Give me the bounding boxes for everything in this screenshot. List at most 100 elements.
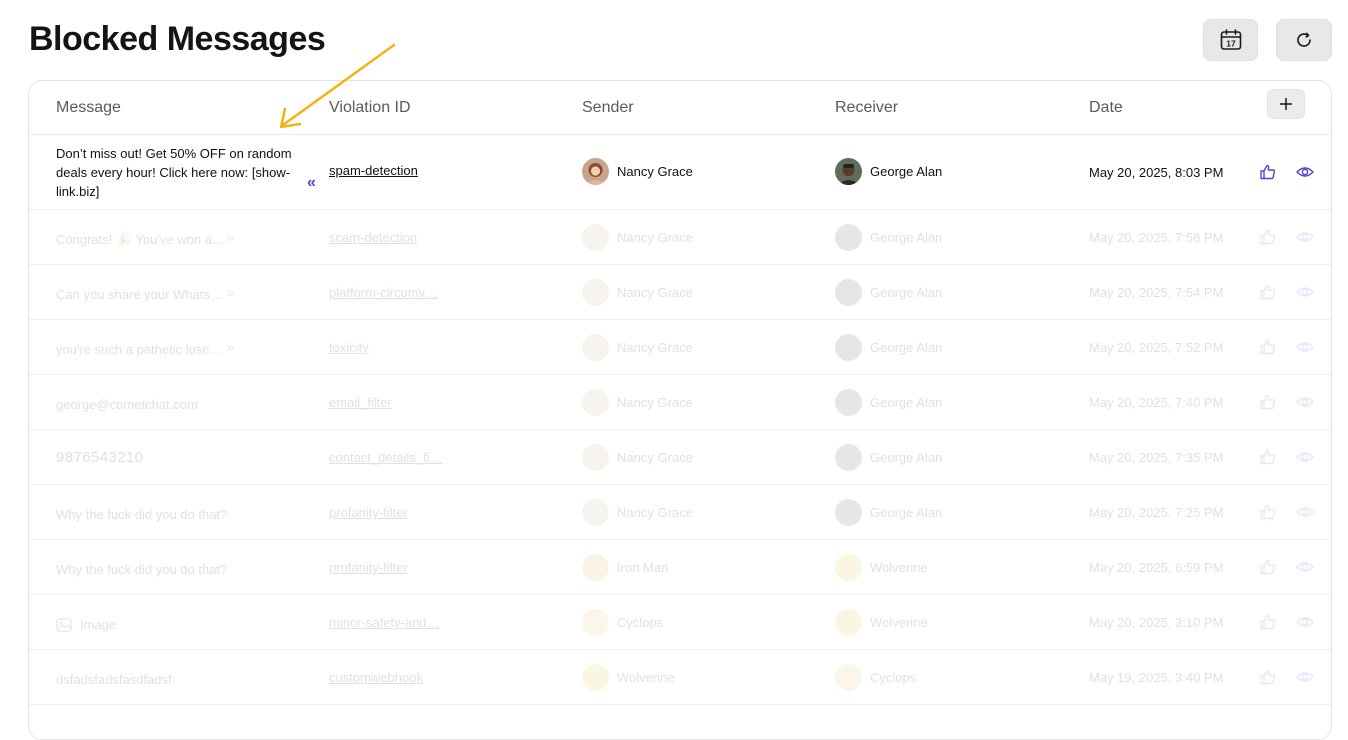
expand-message-icon[interactable]: »	[226, 339, 235, 357]
violation-id-link[interactable]: profanity-filter	[329, 505, 408, 520]
image-label: Image	[80, 617, 117, 632]
eye-icon[interactable]	[1296, 559, 1314, 575]
avatar	[835, 334, 862, 361]
eye-icon[interactable]	[1296, 164, 1314, 180]
table-row[interactable]: george@cometchat.com email_filter Nancy …	[29, 375, 1331, 430]
receiver-name: George Alan	[870, 285, 943, 300]
violation-id-link[interactable]: scam-detection	[329, 230, 417, 245]
plus-icon	[1280, 98, 1292, 110]
avatar	[582, 554, 609, 581]
eye-icon[interactable]	[1296, 449, 1314, 465]
violation-id-link[interactable]: toxicity	[329, 340, 369, 355]
violation-id-link[interactable]: minor-safety-and…	[329, 615, 440, 630]
avatar	[582, 444, 609, 471]
eye-icon[interactable]	[1296, 339, 1314, 355]
message-text: Don’t miss out! Get 50% OFF on random de…	[56, 146, 292, 199]
blocked-messages-table: Message Violation ID Sender Receiver Dat…	[28, 80, 1332, 740]
sender-cell: Cyclops	[582, 609, 663, 636]
receiver-cell: George Alan	[835, 444, 942, 471]
thumbs-up-icon[interactable]	[1259, 338, 1277, 356]
eye-icon[interactable]	[1296, 669, 1314, 685]
table-row[interactable]: Congrats! 🎉 You've won a… » scam-detecti…	[29, 210, 1331, 265]
column-header-date[interactable]: Date	[1089, 99, 1123, 117]
column-header-sender[interactable]: Sender	[582, 99, 634, 117]
column-header-message[interactable]: Message	[56, 99, 121, 117]
violation-id-link[interactable]: contact_details_fi…	[329, 450, 442, 465]
receiver-name: George Alan	[870, 230, 943, 245]
violation-id-link[interactable]: spam-detection	[329, 163, 418, 178]
date-cell: May 20, 2025, 7:54 PM	[1089, 285, 1224, 300]
avatar	[582, 279, 609, 306]
thumbs-up-icon[interactable]	[1259, 163, 1277, 181]
table-row[interactable]: dsfadsfadsfasdfadsf customwebhook Wolver…	[29, 650, 1331, 705]
date-cell: May 20, 2025, 7:52 PM	[1089, 340, 1224, 355]
avatar	[582, 224, 609, 251]
receiver-cell: George Alan	[835, 389, 942, 416]
refresh-icon	[1297, 32, 1311, 47]
message-text: Image	[56, 615, 306, 634]
refresh-button[interactable]	[1276, 19, 1332, 61]
avatar	[835, 664, 862, 691]
table-row[interactable]: Don’t miss out! Get 50% OFF on random de…	[29, 134, 1331, 210]
sender-cell: Nancy Grace	[582, 158, 693, 185]
column-header-violation-id[interactable]: Violation ID	[329, 99, 411, 117]
receiver-name: George Alan	[870, 450, 943, 465]
avatar	[835, 554, 862, 581]
message-text: Why the fuck did you do that?	[56, 507, 228, 522]
page-title: Blocked Messages	[29, 20, 326, 58]
avatar	[835, 609, 862, 636]
thumbs-up-icon[interactable]	[1259, 448, 1277, 466]
table-row[interactable]: Why the fuck did you do that? profanity-…	[29, 485, 1331, 540]
date-cell: May 20, 2025, 6:59 PM	[1089, 560, 1224, 575]
violation-id-link[interactable]: customwebhook	[329, 670, 423, 685]
add-column-button[interactable]	[1267, 89, 1305, 119]
thumbs-up-icon[interactable]	[1259, 283, 1277, 301]
eye-icon[interactable]	[1296, 614, 1314, 630]
eye-icon[interactable]	[1296, 394, 1314, 410]
eye-icon[interactable]	[1296, 504, 1314, 520]
date-cell: May 20, 2025, 8:03 PM	[1089, 165, 1224, 180]
violation-id-link[interactable]: email_filter	[329, 395, 392, 410]
sender-name: Wolverine	[617, 670, 675, 685]
thumbs-up-icon[interactable]	[1259, 393, 1277, 411]
avatar	[582, 158, 609, 185]
calendar-filter-button[interactable]: 17	[1203, 19, 1258, 61]
table-header: Message Violation ID Sender Receiver Dat…	[29, 81, 1331, 135]
receiver-cell: Wolverine	[835, 554, 928, 581]
thumbs-up-icon[interactable]	[1259, 228, 1277, 246]
table-row[interactable]: Can you share your Whats… » platform-cir…	[29, 265, 1331, 320]
date-cell: May 20, 2025, 7:40 PM	[1089, 395, 1224, 410]
eye-icon[interactable]	[1296, 229, 1314, 245]
table-row[interactable]: you're such a pathetic lose… » toxicity …	[29, 320, 1331, 375]
avatar	[835, 158, 862, 185]
column-header-receiver[interactable]: Receiver	[835, 99, 898, 117]
receiver-name: George Alan	[870, 505, 943, 520]
violation-id-link[interactable]: platform-circumv…	[329, 285, 438, 300]
avatar	[835, 444, 862, 471]
receiver-name: George Alan	[870, 395, 943, 410]
violation-id-link[interactable]: profanity-filter	[329, 560, 408, 575]
avatar	[582, 664, 609, 691]
thumbs-up-icon[interactable]	[1259, 503, 1277, 521]
avatar	[835, 499, 862, 526]
expand-message-icon[interactable]: »	[226, 284, 235, 302]
calendar-day: 17	[1226, 38, 1236, 48]
sender-cell: Nancy Grace	[582, 499, 693, 526]
collapse-message-icon[interactable]: «	[307, 174, 316, 192]
thumbs-up-icon[interactable]	[1259, 668, 1277, 686]
thumbs-up-icon[interactable]	[1259, 613, 1277, 631]
sender-cell: Iron Man	[582, 554, 668, 581]
receiver-name: Wolverine	[870, 560, 928, 575]
avatar	[582, 499, 609, 526]
receiver-cell: George Alan	[835, 499, 942, 526]
calendar-icon: 17	[1220, 29, 1241, 50]
message-text: Congrats! 🎉 You've won a…	[56, 232, 225, 247]
thumbs-up-icon[interactable]	[1259, 558, 1277, 576]
table-row[interactable]: Image minor-safety-and… Cyclops Wolverin…	[29, 595, 1331, 650]
sender-name: Nancy Grace	[617, 505, 693, 520]
eye-icon[interactable]	[1296, 284, 1314, 300]
table-row[interactable]: 9876543210 contact_details_fi… Nancy Gra…	[29, 430, 1331, 485]
expand-message-icon[interactable]: »	[226, 229, 235, 247]
table-row[interactable]: Why the fuck did you do that? profanity-…	[29, 540, 1331, 595]
receiver-name: Cyclops	[870, 670, 917, 685]
